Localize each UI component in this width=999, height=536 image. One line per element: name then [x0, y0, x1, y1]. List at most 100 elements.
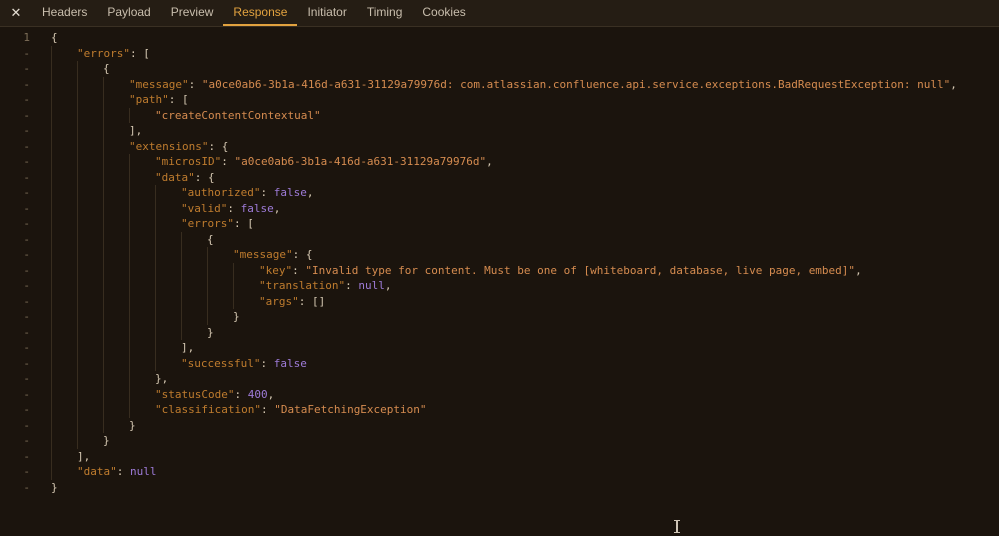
- indent-guide: [103, 200, 129, 216]
- code-token: "createContentContextual": [155, 108, 321, 122]
- indent-guide: [103, 262, 129, 278]
- indent-guide: [181, 262, 207, 278]
- close-icon[interactable]: ✕: [0, 0, 32, 26]
- code-content: "message": {: [30, 247, 312, 263]
- code-token: "args": [259, 294, 299, 308]
- indent-guide: [103, 417, 129, 433]
- indent-guide: [51, 433, 77, 449]
- code-token: "extensions": [129, 139, 209, 153]
- code-token: : {: [194, 170, 215, 184]
- code-line: - "args": []: [0, 293, 999, 309]
- code-content: }: [30, 433, 110, 449]
- code-content: "message": "a0ce0ab6-3b1a-416d-a631-3112…: [30, 76, 957, 92]
- code-token: "successful": [181, 356, 261, 370]
- line-gutter: -: [23, 201, 30, 215]
- code-line: - "successful": false: [0, 355, 999, 371]
- line-gutter: -: [23, 108, 30, 122]
- indent-guide: [77, 231, 103, 247]
- tab-cookies[interactable]: Cookies: [412, 0, 475, 26]
- indent-guide: [77, 293, 103, 309]
- code-token: "data": [155, 170, 195, 184]
- code-token: :: [188, 77, 202, 91]
- code-content: "createContentContextual": [30, 107, 321, 123]
- indent-guide: [207, 262, 233, 278]
- indent-guide: [77, 386, 103, 402]
- code-token: false: [273, 356, 307, 370]
- indent-guide: [129, 355, 155, 371]
- code-content: {: [30, 231, 214, 247]
- indent-guide: [51, 293, 77, 309]
- indent-guide: [77, 169, 103, 185]
- line-gutter: -: [23, 387, 30, 401]
- indent-guide: [207, 309, 233, 325]
- indent-guide: [103, 154, 129, 170]
- indent-guide: [103, 247, 129, 263]
- code-token: :: [116, 465, 130, 478]
- indent-guide: [103, 340, 129, 356]
- code-content: },: [30, 371, 168, 387]
- code-token: }: [233, 310, 240, 323]
- code-content: "authorized": false,: [30, 185, 313, 201]
- response-body: 1{- "errors": [-{- "message": "a0ce0ab6-3b…: [0, 27, 999, 495]
- code-content: "microsID": "a0ce0ab6-3b1a-416d-a631-311…: [30, 154, 493, 170]
- code-token: ,: [855, 263, 862, 277]
- line-gutter: -: [23, 449, 30, 463]
- code-token: null: [130, 465, 157, 478]
- code-line: -{: [0, 231, 999, 247]
- code-token: :: [345, 279, 359, 292]
- line-gutter: -: [23, 294, 30, 308]
- indent-guide: [181, 293, 207, 309]
- tab-payload[interactable]: Payload: [97, 0, 160, 26]
- line-gutter: -: [23, 418, 30, 432]
- code-token: : {: [292, 248, 313, 261]
- indent-guide: [51, 278, 77, 294]
- indent-guide: [155, 200, 181, 216]
- code-line: - "extensions": {: [0, 138, 999, 154]
- code-line: - "message": {: [0, 247, 999, 263]
- indent-guide: [77, 402, 103, 418]
- indent-guide: [155, 185, 181, 201]
- code-content: "key": "Invalid type for content. Must b…: [30, 262, 862, 278]
- indent-guide: [103, 231, 129, 247]
- indent-guide: [77, 340, 103, 356]
- indent-guide: [233, 262, 259, 278]
- code-token: ,: [273, 201, 281, 215]
- code-content: "args": []: [30, 293, 325, 309]
- indent-guide: [103, 402, 129, 418]
- tab-initiator[interactable]: Initiator: [297, 0, 356, 26]
- indent-guide: [129, 231, 155, 247]
- code-token: "statusCode": [155, 387, 235, 401]
- indent-guide: [77, 185, 103, 201]
- indent-guide: [51, 355, 77, 371]
- code-content: }: [30, 309, 240, 325]
- code-content: "errors": [: [30, 45, 150, 61]
- indent-guide: [51, 185, 77, 201]
- code-line: - "translation": null,: [0, 278, 999, 294]
- indent-guide: [51, 262, 77, 278]
- indent-guide: [51, 200, 77, 216]
- code-token: :: [234, 387, 248, 401]
- code-token: "translation": [259, 279, 346, 292]
- tab-preview[interactable]: Preview: [161, 0, 224, 26]
- line-gutter: -: [23, 434, 30, 447]
- code-token: "microsID": [155, 155, 222, 168]
- code-token: "message": [129, 77, 189, 91]
- indent-guide: [103, 371, 129, 387]
- line-gutter: -: [23, 310, 30, 323]
- indent-guide: [51, 247, 77, 263]
- indent-guide: [77, 123, 103, 139]
- code-line: 1{: [0, 30, 999, 46]
- tab-headers[interactable]: Headers: [32, 0, 97, 26]
- indent-guide: [155, 278, 181, 294]
- indent-guide: [155, 262, 181, 278]
- indent-guide: [51, 371, 77, 387]
- indent-guide: [51, 324, 77, 340]
- code-content: {: [30, 30, 58, 46]
- indent-guide: [77, 76, 103, 92]
- code-token: },: [155, 372, 169, 385]
- indent-guide: [181, 309, 207, 325]
- indent-guide: [51, 402, 77, 418]
- tab-timing[interactable]: Timing: [357, 0, 413, 26]
- tab-response[interactable]: Response: [223, 0, 298, 26]
- indent-guide: [51, 386, 77, 402]
